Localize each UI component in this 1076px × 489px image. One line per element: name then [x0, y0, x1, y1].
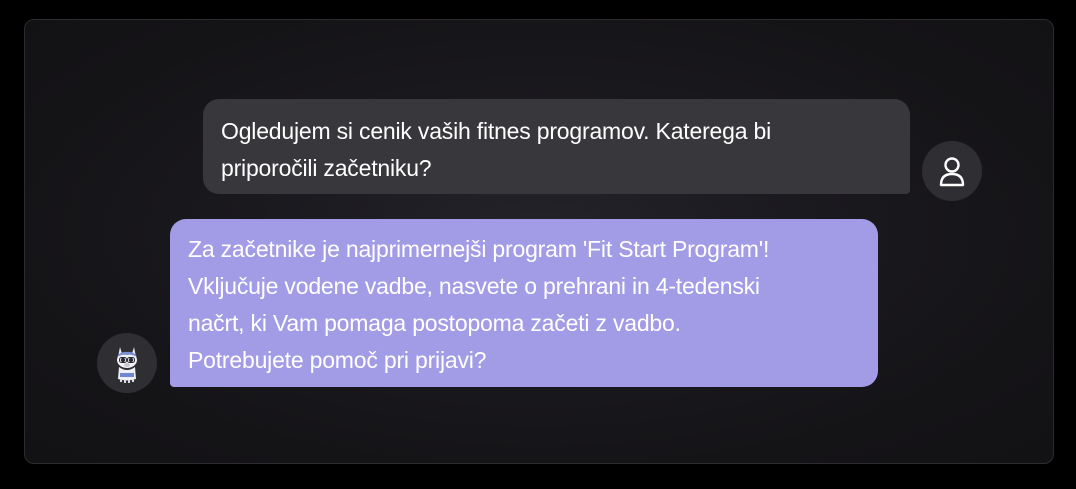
user-avatar	[922, 141, 982, 201]
llama-mascot-icon	[117, 347, 137, 383]
message-line: Ogledujem si cenik vaših fitnes programo…	[221, 118, 771, 144]
chat-panel: Ogledujem si cenik vaših fitnes programo…	[24, 19, 1054, 464]
message-line: Vključuje vodene vadbe, nasvete o prehra…	[188, 273, 760, 299]
message-line: Za začetnike je najprimernejši program '…	[188, 236, 770, 262]
assistant-avatar	[97, 333, 157, 393]
user-message-bubble: Ogledujem si cenik vaših fitnes programo…	[203, 99, 910, 194]
message-line: Potrebujete pomoč pri prijavi?	[188, 347, 487, 373]
message-line: načrt, ki Vam pomaga postopoma začeti z …	[188, 310, 681, 336]
message-line: priporočili začetniku?	[221, 155, 432, 181]
assistant-message-bubble: Za začetnike je najprimernejši program '…	[170, 219, 878, 387]
user-icon	[939, 157, 965, 187]
